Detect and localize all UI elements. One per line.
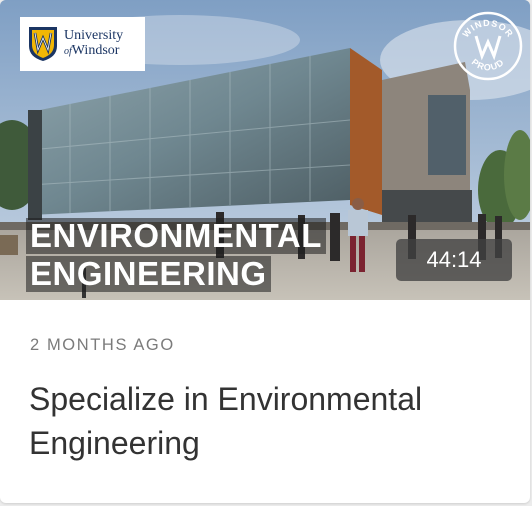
w-mark-icon — [474, 35, 502, 61]
windsor-proud-badge: WINDSOR PROUD — [453, 11, 523, 81]
logo-line-1: University — [64, 28, 124, 44]
thumbnail-title-line-2: ENGINEERING — [26, 256, 271, 292]
logo-line-2-name: Windsor — [71, 43, 120, 58]
video-title-link[interactable]: Specialize in Environmental Engineering — [29, 377, 499, 465]
video-thumbnail[interactable]: University ofWindsor WINDSOR PROUD ENVIR… — [0, 0, 530, 300]
shield-icon — [29, 27, 57, 61]
posted-date: 2 MONTHS AGO — [30, 336, 175, 354]
badge-bottom-text: PROUD — [470, 57, 506, 72]
video-card[interactable]: University ofWindsor WINDSOR PROUD ENVIR… — [0, 0, 530, 503]
badge-top-text: WINDSOR — [461, 18, 516, 39]
logo-line-2: ofWindsor — [64, 43, 123, 59]
logo-line-2-prefix: of — [64, 46, 72, 57]
logo-wordmark: University ofWindsor — [64, 29, 123, 58]
thumbnail-title-line-1: ENVIRONMENTAL — [26, 218, 326, 254]
university-logo: University ofWindsor — [20, 17, 145, 71]
thumbnail-title: ENVIRONMENTAL ENGINEERING — [26, 218, 326, 294]
duration-badge: 44:14 — [396, 239, 512, 281]
